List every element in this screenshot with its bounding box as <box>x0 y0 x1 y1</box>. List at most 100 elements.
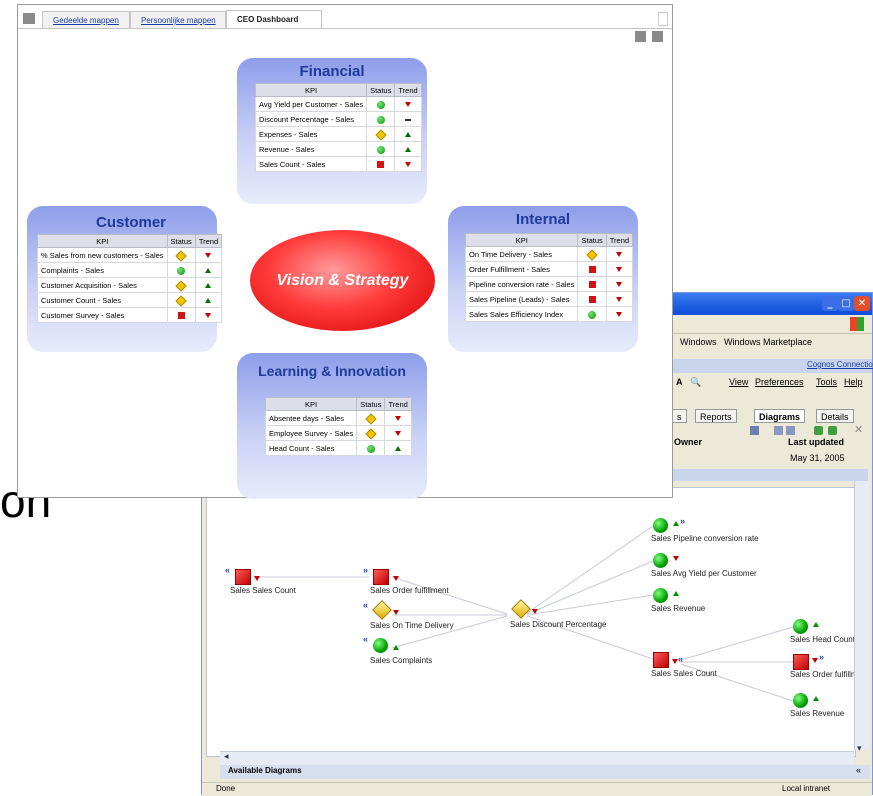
close-button[interactable]: ✕ <box>854 296 870 311</box>
table-row[interactable]: Revenue - Sales <box>254 141 422 157</box>
list-view-icon[interactable] <box>774 426 783 435</box>
unlink-icon[interactable] <box>828 426 837 435</box>
minimize-button[interactable]: _ <box>822 296 838 311</box>
status-header[interactable]: Status <box>166 234 196 248</box>
status-green-icon <box>376 100 385 109</box>
status-header[interactable]: Status <box>577 233 607 247</box>
node-complaints-circle[interactable] <box>373 638 388 653</box>
kpi-header[interactable]: KPI <box>264 397 358 411</box>
tools-menu[interactable]: Tools <box>816 377 837 387</box>
cognos-connection-link[interactable]: Cognos Connection <box>807 360 873 369</box>
help-menu[interactable]: Help <box>844 377 863 387</box>
internal-title: Internal <box>515 211 571 228</box>
links-windows[interactable]: Windows <box>680 337 717 347</box>
status-header[interactable]: Status <box>356 397 386 411</box>
kpi-name: Employee Survey - Sales <box>264 425 358 441</box>
expand-right-icon[interactable]: » <box>680 516 685 526</box>
table-row[interactable]: Absentee days - Sales <box>264 410 412 426</box>
table-row[interactable]: Discount Percentage - Sales <box>254 111 422 127</box>
kpi-name: Expenses - Sales <box>254 126 368 142</box>
scroll-tabs-icon[interactable] <box>658 12 668 26</box>
node-sales-count-square[interactable] <box>235 569 251 585</box>
available-diagrams-bar[interactable] <box>220 765 870 779</box>
tab-partial[interactable]: s <box>672 409 687 423</box>
node-revenue-2-circle[interactable] <box>793 693 808 708</box>
scroll-down-icon[interactable]: ▾ <box>857 743 862 754</box>
preferences-menu[interactable]: Preferences <box>755 377 804 387</box>
horizontal-scrollbar[interactable] <box>220 751 854 766</box>
node-label-order-fulfillment-2: Sales Order fulfillm <box>790 670 858 679</box>
table-row[interactable]: Sales Pipeline (Leads) - Sales <box>464 291 634 307</box>
node-label-head-count: Sales Head Count <box>790 635 855 644</box>
expand-left-icon[interactable]: « <box>363 600 368 610</box>
table-row[interactable]: Customer Survey - Sales <box>37 307 223 323</box>
delete-icon[interactable]: ✕ <box>854 423 863 436</box>
kpi-name: Head Count - Sales <box>264 440 358 456</box>
expand-right-icon[interactable]: » <box>363 565 368 575</box>
column-owner[interactable]: Owner <box>674 437 702 447</box>
text-size-button[interactable]: A <box>676 377 683 387</box>
trend-header[interactable]: Trend <box>394 83 422 97</box>
table-row[interactable]: Customer Count - Sales <box>37 292 223 308</box>
vision-strategy-ellipse[interactable]: Vision & Strategy <box>250 230 435 331</box>
table-row[interactable]: Head Count - Sales <box>264 440 412 456</box>
view-menu[interactable]: View <box>729 377 748 387</box>
collapse-icon[interactable]: « <box>856 765 861 775</box>
expand-right-icon[interactable]: » <box>819 652 824 662</box>
table-row[interactable]: Sales Sales Efficiency Index <box>464 306 634 322</box>
kpi-header[interactable]: KPI <box>254 83 368 97</box>
table-row[interactable]: Employee Survey - Sales <box>264 425 412 441</box>
column-last-updated[interactable]: Last updated <box>788 437 844 447</box>
link-icon[interactable] <box>814 426 823 435</box>
trend-header[interactable]: Trend <box>194 234 223 248</box>
tab-persoonlijke-mappen[interactable]: Persoonlijke mappen <box>130 11 226 28</box>
trend-up-icon <box>205 282 212 288</box>
node-label-revenue: Sales Revenue <box>651 604 706 613</box>
tab-diagrams[interactable]: Diagrams <box>754 409 806 423</box>
table-row[interactable]: Expenses - Sales <box>254 126 422 142</box>
trend-header[interactable]: Trend <box>605 233 634 247</box>
trend-down-icon <box>616 266 623 272</box>
expand-left-icon[interactable]: « <box>363 634 368 644</box>
tab-ceo-dashboard[interactable]: CEO Dashboard <box>226 10 322 29</box>
node-label-on-time-delivery: Sales On Time Delivery <box>370 621 454 630</box>
table-row[interactable]: Customer Acquisition - Sales <box>37 277 223 293</box>
node-label-sales-count: Sales Sales Count <box>230 586 296 595</box>
detail-view-icon[interactable] <box>786 426 795 435</box>
tab-reports[interactable]: Reports <box>695 409 737 423</box>
diagram-canvas[interactable]: « Sales Sales Count » Sales Order fulfil… <box>206 487 858 757</box>
node-avg-yield-circle[interactable] <box>653 553 668 568</box>
settings-icon[interactable] <box>652 31 663 42</box>
node-sales-count-2-square[interactable] <box>653 652 669 668</box>
tab-details[interactable]: Details <box>816 409 854 423</box>
table-row[interactable]: Avg Yield per Customer - Sales <box>254 96 422 112</box>
table-row[interactable]: Complaints - Sales <box>37 262 223 278</box>
trend-up-icon <box>405 146 411 152</box>
table-row[interactable]: % Sales from new customers - Sales <box>37 247 223 263</box>
table-row[interactable]: Order Fulfillment - Sales <box>464 261 634 277</box>
portal-home-icon[interactable] <box>23 13 35 24</box>
node-pipeline-conversion-circle[interactable] <box>653 518 668 533</box>
expand-left-icon[interactable]: « <box>678 654 683 664</box>
node-order-fulfillment-square[interactable] <box>373 569 389 585</box>
table-row[interactable]: On Time Delivery - Sales <box>464 246 634 262</box>
trend-header[interactable]: Trend <box>384 397 412 411</box>
kpi-header[interactable]: KPI <box>464 233 579 247</box>
table-row[interactable]: Sales Count - Sales <box>254 156 422 172</box>
node-order-fulfillment-2-square[interactable] <box>793 654 809 670</box>
trend-down-icon <box>616 296 623 302</box>
scroll-left-icon[interactable]: ◂ <box>224 751 229 762</box>
vertical-scrollbar[interactable] <box>854 481 869 749</box>
search-icon[interactable]: 🔍 <box>690 377 701 388</box>
status-header[interactable]: Status <box>366 83 396 97</box>
chart-icon[interactable] <box>750 426 759 435</box>
table-row[interactable]: Pipeline conversion rate - Sales <box>464 276 634 292</box>
tab-gedeelde-mappen[interactable]: Gedeelde mappen <box>42 11 130 28</box>
maximize-button[interactable]: □ <box>838 296 854 311</box>
links-marketplace[interactable]: Windows Marketplace <box>724 337 812 347</box>
expand-left-icon[interactable]: « <box>225 565 230 575</box>
node-revenue-circle[interactable] <box>653 588 668 603</box>
node-head-count-circle[interactable] <box>793 619 808 634</box>
layout-icon[interactable] <box>635 31 646 42</box>
kpi-header[interactable]: KPI <box>37 234 168 248</box>
